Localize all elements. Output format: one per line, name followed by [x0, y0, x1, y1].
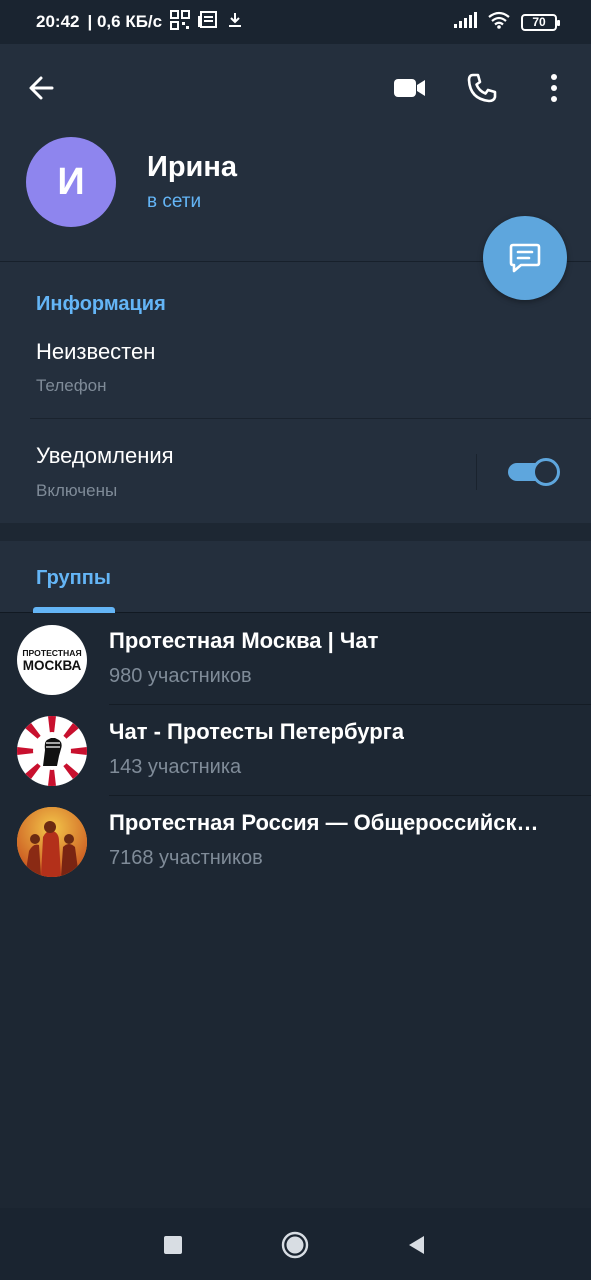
group-item[interactable]: ПРОТЕСТНАЯ МОСКВА Протестная Москва | Ча…: [0, 614, 591, 705]
back-nav-button[interactable]: [402, 1230, 432, 1260]
video-call-button[interactable]: [388, 66, 432, 110]
system-navigation-bar: [0, 1208, 591, 1280]
more-menu-button[interactable]: [532, 66, 576, 110]
avatar[interactable]: И: [26, 137, 116, 227]
divider: [30, 418, 591, 419]
group-name: Протестная Москва | Чат: [109, 628, 379, 653]
back-button[interactable]: [22, 68, 62, 108]
online-status: в сети: [147, 191, 202, 212]
tab-groups[interactable]: Группы: [36, 567, 111, 590]
qr-icon: [170, 9, 191, 35]
group-name: Чат - Протесты Петербурга: [109, 719, 405, 744]
message-icon: [509, 243, 541, 273]
signal-icon: [453, 11, 477, 34]
profile-name: Ирина: [147, 151, 238, 183]
notifications-title[interactable]: Уведомления: [36, 443, 174, 469]
triangle-back-icon: [409, 1236, 424, 1254]
info-section-title: Информация: [36, 293, 166, 315]
wifi-icon: [487, 11, 511, 34]
group-avatar: ПРОТЕСТНАЯ МОСКВА: [17, 625, 87, 695]
groups-tab-bar: Группы: [0, 541, 591, 613]
group-item[interactable]: Протестная Россия — Общероссийск… 7168 у…: [0, 796, 591, 887]
notifications-state: Включены: [36, 481, 118, 500]
group-avatar: [17, 807, 87, 877]
download-icon: [226, 11, 244, 34]
group-member-count: 980 участников: [109, 665, 252, 687]
tab-indicator: [33, 607, 115, 613]
info-section: Информация Неизвестен Телефон Уведомлени…: [0, 261, 591, 523]
notifications-toggle[interactable]: [508, 458, 560, 486]
battery-icon: 70: [521, 13, 560, 31]
group-member-count: 7168 участников: [109, 847, 263, 869]
group-item[interactable]: Чат - Протесты Петербурга 143 участника: [0, 705, 591, 796]
avatar-logo-text-2: МОСКВА: [23, 658, 82, 673]
recents-button[interactable]: [158, 1230, 188, 1260]
home-button[interactable]: [280, 1230, 310, 1260]
home-circle-icon: [281, 1231, 309, 1259]
groups-section: Группы ПРОТЕСТНАЯ МОСКВА Протестная Моск…: [0, 541, 591, 1208]
square-icon: [164, 1236, 182, 1254]
vertical-divider: [476, 454, 477, 490]
group-name: Протестная Россия — Общероссийск…: [109, 810, 539, 835]
avatar-logo-text-1: ПРОТЕСТНАЯ: [22, 648, 81, 658]
phone-value[interactable]: Неизвестен: [36, 339, 155, 365]
group-avatar: [17, 716, 87, 786]
status-speed: | 0,6 КБ/с: [87, 12, 163, 31]
phone-label: Телефон: [36, 376, 107, 395]
arrow-left-icon: [29, 76, 54, 100]
toggle-knob: [532, 458, 560, 486]
group-member-count: 143 участника: [109, 756, 242, 778]
more-vertical-icon: [551, 74, 557, 102]
status-time: 20:42: [36, 12, 80, 31]
phone-icon: [467, 73, 497, 103]
news-icon: [198, 10, 218, 34]
video-camera-icon: [394, 79, 425, 97]
status-bar: 20:42 | 0,6 КБ/с 70: [0, 0, 591, 44]
call-button[interactable]: [460, 66, 504, 110]
send-message-button[interactable]: [483, 216, 567, 300]
